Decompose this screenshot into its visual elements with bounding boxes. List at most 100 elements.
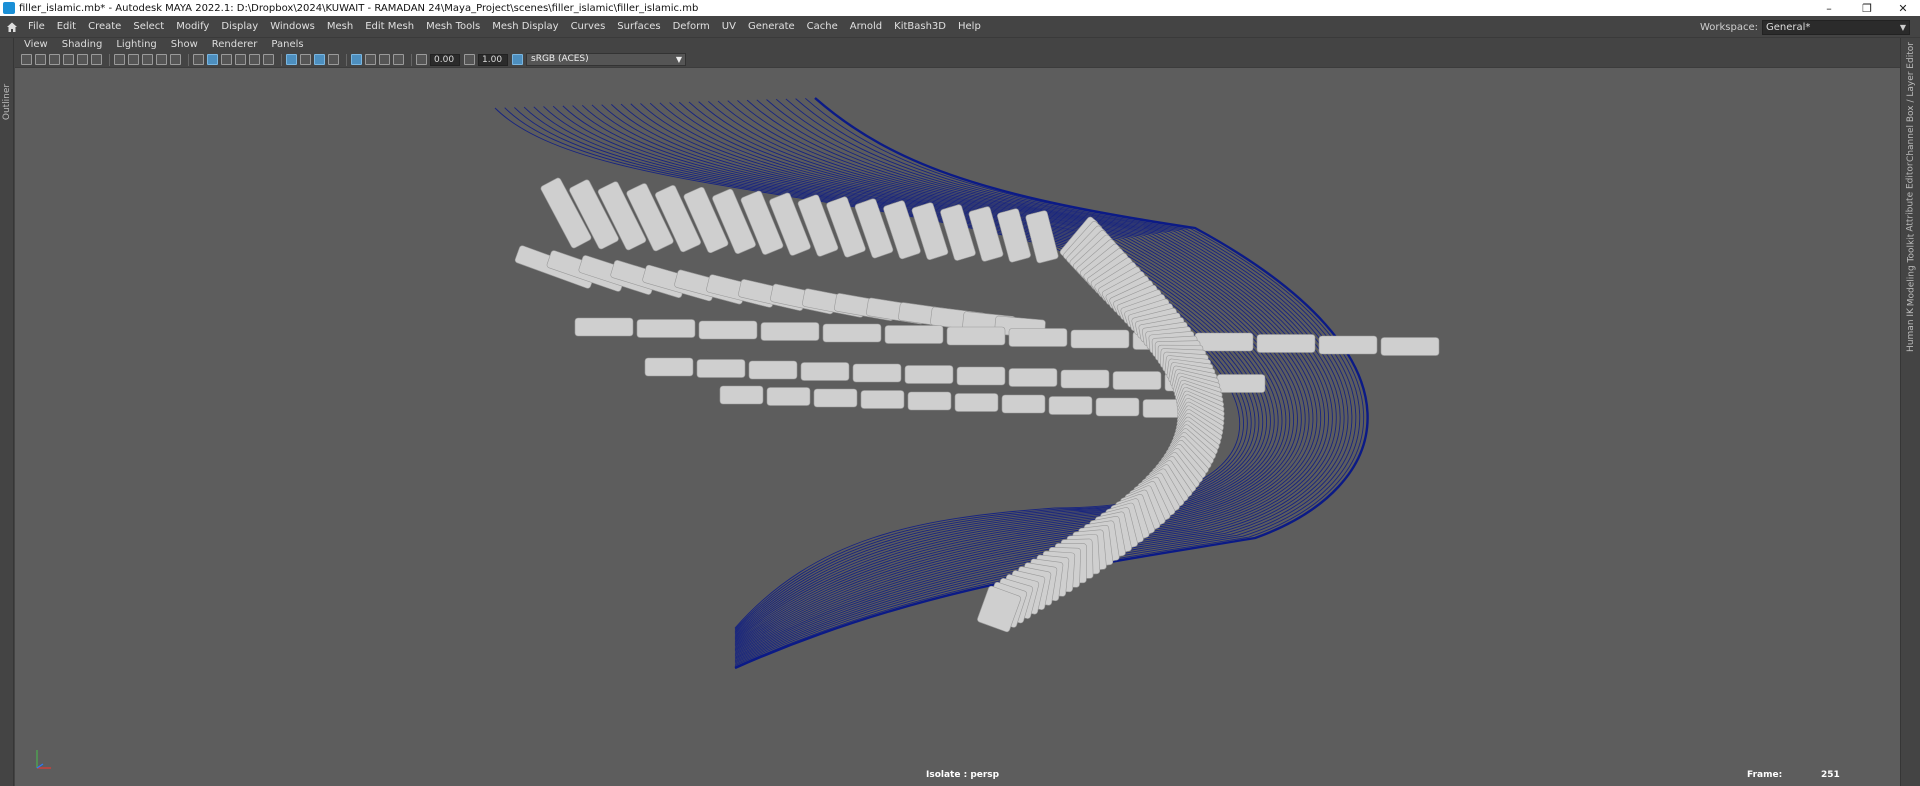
human-ik-tab-label: Human IK [1906, 308, 1916, 352]
toolbar-divider [281, 53, 282, 66]
safe-title-icon[interactable] [170, 54, 181, 65]
menu-windows[interactable]: Windows [264, 16, 321, 38]
view-axis-gizmo [36, 750, 51, 769]
motion-blur-icon[interactable] [328, 54, 339, 65]
mesh-block [954, 393, 999, 412]
menu-edit[interactable]: Edit [51, 16, 82, 38]
ambient-occlusion-icon[interactable] [314, 54, 325, 65]
menu-help[interactable]: Help [952, 16, 987, 38]
mesh-block [1001, 394, 1046, 414]
workspace-value: General* [1766, 21, 1811, 33]
menu-kitbash3d[interactable]: KitBash3D [888, 16, 952, 38]
menu-mesh[interactable]: Mesh [321, 16, 359, 38]
menu-mesh-display[interactable]: Mesh Display [486, 16, 564, 38]
panel-menu-lighting[interactable]: Lighting [109, 38, 163, 52]
attribute-editor-tab[interactable]: Attribute Editor [1901, 162, 1920, 232]
mesh-block [946, 326, 1006, 346]
smooth-shade-icon[interactable] [207, 54, 218, 65]
textured-icon[interactable] [235, 54, 246, 65]
modeling-toolkit-tab[interactable]: Modeling Toolkit [1901, 233, 1920, 307]
mesh-block [1008, 368, 1058, 387]
mesh-block [1380, 337, 1440, 356]
home-button[interactable] [2, 16, 22, 38]
mesh-block [907, 391, 952, 411]
hud-icon[interactable] [379, 54, 390, 65]
menu-file[interactable]: File [22, 16, 51, 38]
lights-icon[interactable] [249, 54, 260, 65]
resolution-gate-icon[interactable] [114, 54, 125, 65]
shadows-icon[interactable] [263, 54, 274, 65]
panel-menu-shading[interactable]: Shading [55, 38, 110, 52]
bookmark-icon[interactable] [49, 54, 60, 65]
panel-menu-view[interactable]: View [17, 38, 55, 52]
field-chart-icon[interactable] [142, 54, 153, 65]
channel-box-tab[interactable]: Channel Box / Layer Editor [1901, 42, 1920, 162]
mesh-block [813, 388, 858, 408]
attribute-editor-tab-label: Attribute Editor [1906, 162, 1916, 232]
menu-uv[interactable]: UV [716, 16, 742, 38]
restore-icon: ❐ [1862, 1, 1872, 15]
xray-joints-icon[interactable] [300, 54, 311, 65]
menu-deform[interactable]: Deform [667, 16, 716, 38]
gamma-icon[interactable] [464, 54, 475, 65]
menu-surfaces[interactable]: Surfaces [611, 16, 666, 38]
color-space-dropdown[interactable]: sRGB (ACES) ▼ [526, 53, 686, 66]
grease-pencil-icon[interactable] [365, 54, 376, 65]
camera-attributes-icon[interactable] [35, 54, 46, 65]
menu-generate[interactable]: Generate [742, 16, 801, 38]
persp-viewport[interactable]: View Shading Lighting Show Renderer Pane… [15, 38, 1900, 786]
exposure-icon[interactable] [416, 54, 427, 65]
channel-box-tab-label: Channel Box / Layer Editor [1906, 42, 1917, 162]
menu-display[interactable]: Display [215, 16, 264, 38]
close-button[interactable]: ✕ [1886, 0, 1920, 16]
wireframe-icon[interactable] [193, 54, 204, 65]
wireframe-on-shaded-icon[interactable] [221, 54, 232, 65]
human-ik-tab[interactable]: Human IK [1901, 308, 1920, 352]
toolbar-divider [411, 53, 412, 66]
safe-action-icon[interactable] [156, 54, 167, 65]
isolate-select-icon[interactable] [351, 54, 362, 65]
mesh-block [860, 390, 905, 409]
close-icon: ✕ [1898, 1, 1908, 15]
xray-icon[interactable] [286, 54, 297, 65]
mesh-block [766, 387, 811, 406]
gate-mask-icon[interactable] [128, 54, 139, 65]
menu-mesh-tools[interactable]: Mesh Tools [420, 16, 486, 38]
mesh-block [1008, 328, 1068, 347]
menu-curves[interactable]: Curves [565, 16, 612, 38]
maya-app-icon [3, 2, 15, 14]
home-icon [7, 22, 17, 32]
exposure-field[interactable]: 0.00 [430, 53, 460, 66]
panel-menu-panels[interactable]: Panels [264, 38, 310, 52]
mesh-block [884, 325, 944, 344]
workspace-dropdown[interactable]: General* ▼ [1762, 19, 1910, 35]
film-gate-icon[interactable] [91, 54, 102, 65]
menu-modify[interactable]: Modify [170, 16, 215, 38]
toolbar-divider [346, 53, 347, 66]
menu-arnold[interactable]: Arnold [844, 16, 888, 38]
select-camera-icon[interactable] [21, 54, 32, 65]
grid-icon[interactable] [77, 54, 88, 65]
left-dock-strip: Outliner [0, 38, 14, 786]
color-management-icon[interactable] [512, 54, 523, 65]
restore-button[interactable]: ❐ [1850, 0, 1884, 16]
modeling-toolkit-tab-label: Modeling Toolkit [1906, 233, 1916, 307]
mesh-block [636, 319, 696, 338]
menu-create[interactable]: Create [82, 16, 127, 38]
panel-menu-renderer[interactable]: Renderer [205, 38, 265, 52]
chevron-down-icon: ▼ [1899, 22, 1906, 32]
backface-culling-icon[interactable] [393, 54, 404, 65]
mesh-block [760, 322, 820, 341]
outliner-tab[interactable]: Outliner [0, 82, 14, 122]
gamma-field[interactable]: 1.00 [478, 53, 508, 66]
mesh-block [956, 366, 1006, 386]
menu-select[interactable]: Select [127, 16, 170, 38]
minimize-button[interactable]: – [1812, 0, 1846, 16]
menu-edit-mesh[interactable]: Edit Mesh [359, 16, 420, 38]
mesh-block [574, 317, 634, 337]
image-plane-icon[interactable] [63, 54, 74, 65]
menu-cache[interactable]: Cache [801, 16, 844, 38]
panel-menu-show[interactable]: Show [164, 38, 205, 52]
panel-menu-bar: View Shading Lighting Show Renderer Pane… [15, 38, 1900, 52]
mesh-block [852, 363, 902, 383]
